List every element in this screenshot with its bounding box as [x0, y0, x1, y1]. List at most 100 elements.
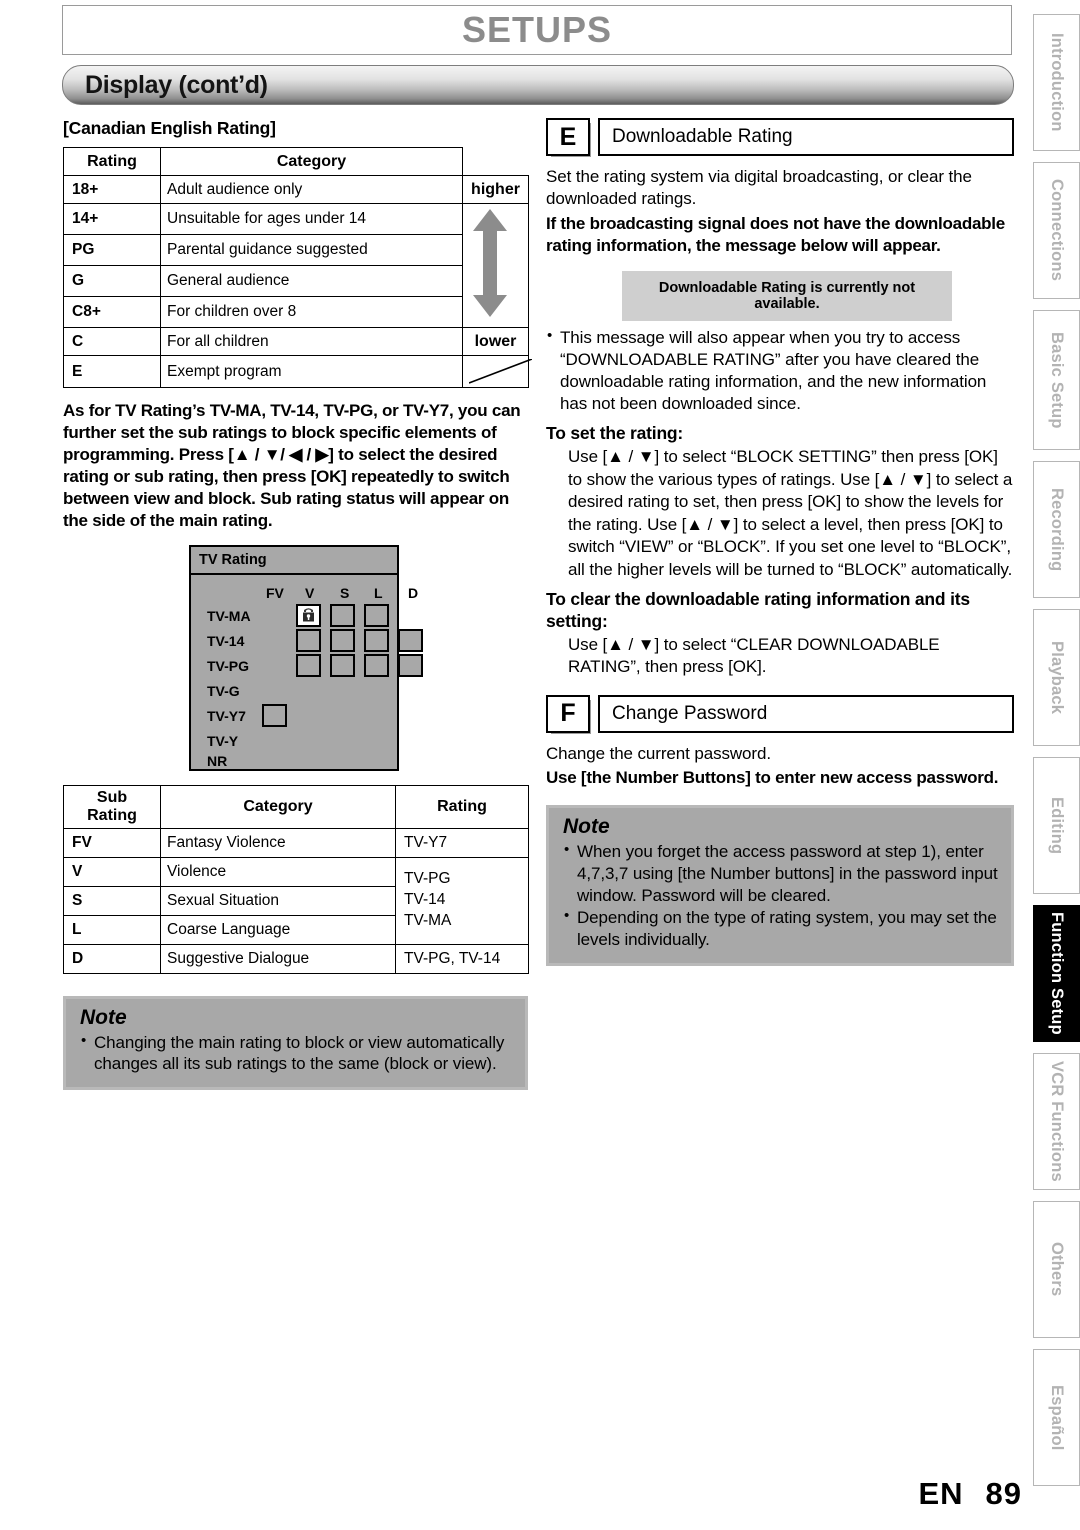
sub-rating-table: Sub Rating Category Rating FV Fantasy Vi…	[63, 784, 529, 974]
updown-arrow-icon	[473, 209, 507, 317]
sub-rating: TV-Y7	[395, 827, 529, 858]
side-tab-label: VCR Functions	[1048, 1061, 1066, 1182]
table-header-row: Sub Rating Category Rating	[63, 784, 529, 829]
rating-code: 18+	[63, 175, 161, 204]
osd-row-tv-ma: TV-MA	[207, 607, 251, 624]
side-tab-connections[interactable]: Connections	[1033, 162, 1080, 299]
side-tab-label: Introduction	[1048, 33, 1066, 132]
osd-cell-tv14-s[interactable]	[330, 628, 355, 652]
osd-cell-tv14-d[interactable]	[398, 628, 423, 652]
table-row: C8+ For children over 8	[63, 296, 529, 328]
to-set-rating-body: Use [▲ / ▼] to select “BLOCK SETTING” th…	[568, 447, 1013, 579]
section-f-label: Change Password	[598, 694, 1014, 733]
left-column: [Canadian English Rating] Rating Categor…	[63, 118, 532, 1091]
bullet-item: This message will also appear when you t…	[546, 326, 1014, 415]
osd-cell-tvpg-v[interactable]	[296, 653, 321, 677]
note-list: Changing the main rating to block or vie…	[80, 1031, 513, 1076]
canadian-rating-heading: [Canadian English Rating]	[63, 118, 276, 138]
side-tab-label: Function Setup	[1048, 912, 1066, 1035]
scale-arrow-cell	[462, 203, 529, 328]
side-tab-label: Others	[1048, 1242, 1066, 1297]
col-rating: Rating	[63, 147, 161, 176]
footer-language: EN	[918, 1476, 964, 1511]
osd-cell-tvpg-d[interactable]	[398, 653, 423, 677]
col-category: Category	[160, 147, 463, 176]
diagonal-slash-cell	[462, 355, 532, 388]
sub-category: Sexual Situation	[160, 885, 396, 916]
diagonal-line-icon	[469, 359, 532, 384]
note-title: Note	[80, 1005, 127, 1029]
table-row: C For all children lower	[63, 327, 529, 356]
footer-page-number: 89	[985, 1476, 1022, 1511]
scale-higher-label: higher	[471, 180, 520, 198]
osd-col-v: V	[305, 584, 315, 601]
page-title-box: SETUPS	[62, 5, 1012, 55]
osd-col-fv: FV	[266, 584, 284, 601]
osd-row-tv-g: TV-G	[207, 682, 240, 699]
sub-code: D	[63, 943, 161, 974]
side-tab-others[interactable]: Others	[1033, 1201, 1080, 1338]
osd-cell-tvpg-s[interactable]	[330, 653, 355, 677]
table-row: D Suggestive Dialogue TV-PG, TV-14	[63, 943, 529, 974]
section-f-intro: Change the current password.	[546, 743, 771, 763]
osd-cell-tvma-l[interactable]	[364, 603, 389, 627]
sub-rating-line: TV-MA	[404, 912, 452, 930]
rating-code: G	[63, 265, 161, 297]
rating-code: E	[63, 355, 161, 388]
sub-rating: TV-PG, TV-14	[395, 943, 529, 974]
osd-cell-tvy7-fv[interactable]	[262, 703, 287, 727]
side-tab-espanol[interactable]: Español	[1033, 1349, 1080, 1486]
osd-cell-tvma-v[interactable]	[296, 603, 321, 627]
rating-code: PG	[63, 234, 161, 266]
section-e-intro: Set the rating system via digital broadc…	[546, 167, 972, 209]
side-tab-editing[interactable]: Editing	[1033, 757, 1080, 894]
sub-code: S	[63, 885, 161, 916]
side-tab-recording[interactable]: Recording	[1033, 461, 1080, 598]
side-tab-label: Recording	[1048, 487, 1066, 572]
sub-code: V	[63, 856, 161, 887]
sub-rating-line: TV-14	[404, 891, 446, 909]
left-note-box: Note Changing the main rating to block o…	[63, 995, 528, 1091]
section-e-bold-intro: If the broadcasting signal does not have…	[546, 213, 1005, 255]
scale-lower-cell: lower	[462, 327, 529, 356]
side-tab-function-setup[interactable]: Function Setup	[1033, 905, 1080, 1042]
side-tab-playback[interactable]: Playback	[1033, 609, 1080, 746]
osd-col-s: S	[340, 584, 350, 601]
side-tab-label: Playback	[1048, 640, 1066, 715]
osd-col-d: D	[408, 584, 419, 601]
rating-category: Parental guidance suggested	[160, 234, 463, 266]
side-tab-vcr-functions[interactable]: VCR Functions	[1033, 1053, 1080, 1190]
rating-code: 14+	[63, 203, 161, 235]
osd-cell-tvpg-l[interactable]	[364, 653, 389, 677]
note-item: Changing the main rating to block or vie…	[80, 1031, 513, 1076]
sub-rating-group: TV-PG TV-14 TV-MA	[395, 856, 529, 945]
side-tab-introduction[interactable]: Introduction	[1033, 14, 1080, 151]
scale-higher-cell: higher	[462, 175, 529, 204]
spacer-cell	[462, 147, 529, 176]
table-row: FV Fantasy Violence TV-Y7	[63, 827, 529, 858]
scale-lower-label: lower	[474, 332, 517, 350]
rating-category: For children over 8	[160, 296, 463, 328]
canadian-rating-table: Rating Category 18+ Adult audience only …	[63, 147, 532, 388]
side-tab-label: Basic Setup	[1048, 331, 1066, 429]
section-header-bar: Display (cont’d)	[62, 65, 1014, 105]
rating-category: Adult audience only	[160, 175, 463, 204]
osd-title: TV Rating	[191, 547, 397, 575]
rating-code: C8+	[63, 296, 161, 328]
tv-rating-paragraph: As for TV Rating’s TV-MA, TV-14, TV-PG, …	[63, 401, 521, 531]
osd-cell-tvma-s[interactable]	[330, 603, 355, 627]
note-title: Note	[563, 815, 610, 839]
osd-row-nr: NR	[207, 752, 228, 769]
osd-cell-tv14-l[interactable]	[364, 628, 389, 652]
section-e-letter: E	[546, 118, 590, 156]
osd-row-tv-14: TV-14	[207, 632, 245, 649]
osd-row-tv-y7: TV-Y7	[207, 707, 246, 724]
section-e-header: E Downloadable Rating	[546, 118, 1014, 157]
side-tab-basic-setup[interactable]: Basic Setup	[1033, 310, 1080, 450]
to-set-rating-heading: To set the rating:	[546, 423, 684, 444]
osd-cell-tv14-v[interactable]	[296, 628, 321, 652]
page-root: SETUPS Display (cont’d) [Canadian Englis…	[0, 0, 1080, 1530]
rating-code: C	[63, 327, 161, 356]
table-row: V Violence TV-PG TV-14 TV-MA	[63, 856, 529, 945]
sub-category: Coarse Language	[160, 914, 396, 945]
